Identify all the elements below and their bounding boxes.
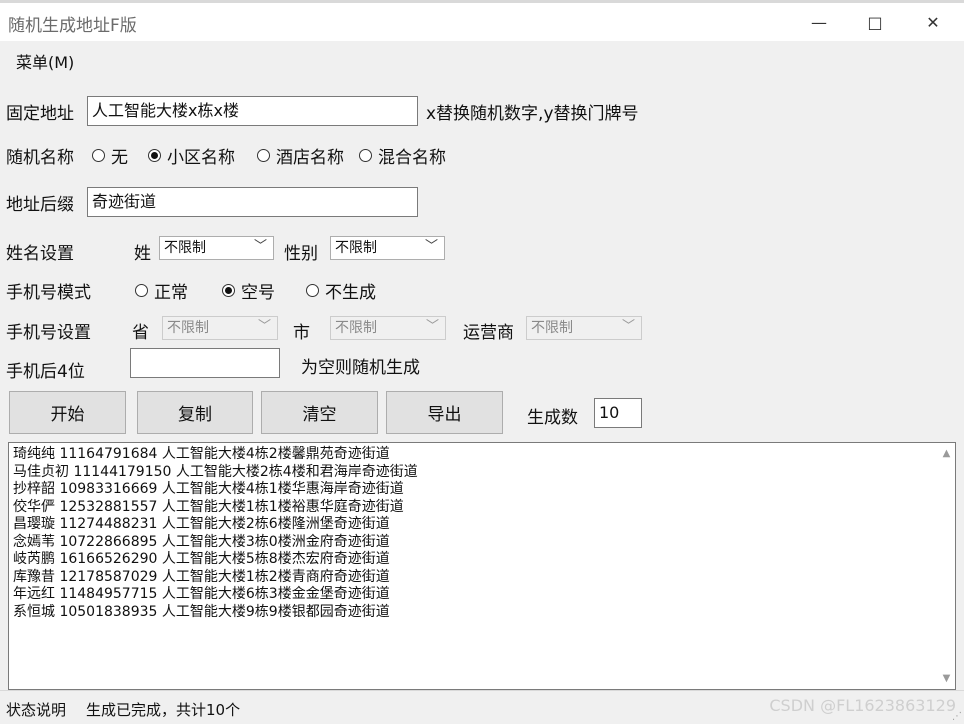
chevron-down-icon: ﹀ bbox=[253, 239, 267, 254]
radio-indicator bbox=[359, 149, 372, 162]
phone-last4-input[interactable] bbox=[130, 348, 280, 378]
radio-label: 不生成 bbox=[325, 283, 376, 303]
output-line: 库豫昔 12178587029 人工智能大楼1栋2楼青商府奇迹街道 bbox=[13, 568, 390, 585]
resize-grip-icon[interactable]: ⋰ bbox=[952, 711, 962, 722]
output-line: 佼华俨 12532881557 人工智能大楼1栋1楼裕惠华庭奇迹街道 bbox=[13, 498, 404, 515]
chevron-down-icon: ﹀ bbox=[424, 239, 438, 254]
maximize-button[interactable]: □ bbox=[852, 3, 898, 41]
radio-indicator bbox=[92, 149, 105, 162]
radio-label: 正常 bbox=[154, 283, 188, 303]
fixed-address-hint: x替换随机数字,y替换门牌号 bbox=[426, 104, 639, 124]
radio-label: 混合名称 bbox=[378, 148, 446, 168]
scroll-up-icon[interactable]: ▲ bbox=[938, 445, 955, 462]
title-bar[interactable]: 随机生成地址F版 — □ ✕ bbox=[0, 3, 964, 41]
status-label: 状态说明 bbox=[6, 701, 67, 719]
output-line: 昌璎璇 11274488231 人工智能大楼2栋6楼隆洲堡奇迹街道 bbox=[13, 516, 390, 532]
chevron-down-icon: ﹀ bbox=[257, 319, 271, 334]
copy-button[interactable]: 复制 bbox=[137, 391, 253, 434]
fixed-address-input[interactable]: 人工智能大楼x栋x楼 bbox=[87, 96, 418, 126]
city-select[interactable]: 不限制 ﹀ bbox=[330, 316, 446, 340]
output-line: 年远红 11484957715 人工智能大楼6栋3楼金金堡奇迹街道 bbox=[13, 586, 390, 602]
scroll-down-icon[interactable]: ▼ bbox=[938, 670, 955, 687]
radio-phone-none[interactable]: 不生成 bbox=[306, 278, 376, 303]
carrier-select[interactable]: 不限制 ﹀ bbox=[526, 316, 642, 340]
status-text: 生成已完成，共计10个 bbox=[86, 701, 241, 719]
suffix-label: 地址后缀 bbox=[6, 195, 74, 215]
menu-main[interactable]: 菜单(M) bbox=[16, 49, 74, 73]
suffix-input[interactable]: 奇迹街道 bbox=[87, 187, 418, 217]
radio-indicator-selected bbox=[222, 284, 235, 297]
radio-indicator-selected bbox=[148, 149, 161, 162]
minimize-button[interactable]: — bbox=[796, 3, 842, 41]
random-name-label: 随机名称 bbox=[6, 148, 74, 168]
output-lines: 琦纯纯 11164791684 人工智能大楼4栋2楼馨鼎苑奇迹街道 马佳贞初 1… bbox=[13, 446, 418, 621]
menu-bar: 菜单(M) bbox=[0, 41, 964, 75]
phone-mode-label: 手机号模式 bbox=[6, 283, 91, 303]
output-line: 琦纯纯 11164791684 人工智能大楼4栋2楼馨鼎苑奇迹街道 bbox=[13, 446, 390, 462]
city-value: 不限制 bbox=[335, 320, 377, 336]
name-settings-label: 姓名设置 bbox=[6, 244, 74, 264]
province-value: 不限制 bbox=[167, 320, 209, 336]
surname-label: 姓 bbox=[134, 244, 151, 264]
count-input[interactable]: 10 bbox=[594, 398, 642, 428]
radio-label: 无 bbox=[111, 148, 128, 168]
fixed-address-label: 固定地址 bbox=[6, 104, 74, 124]
output-line: 念嫣苇 10722866895 人工智能大楼3栋0楼洲金府奇迹街道 bbox=[13, 533, 390, 550]
main-panel: 固定地址 人工智能大楼x栋x楼 x替换随机数字,y替换门牌号 随机名称 无 小区… bbox=[0, 75, 964, 690]
carrier-label: 运营商 bbox=[463, 323, 514, 343]
output-textarea[interactable]: 琦纯纯 11164791684 人工智能大楼4栋2楼馨鼎苑奇迹街道 马佳贞初 1… bbox=[8, 442, 956, 690]
radio-phone-empty[interactable]: 空号 bbox=[222, 278, 275, 303]
export-button[interactable]: 导出 bbox=[386, 391, 503, 434]
carrier-value: 不限制 bbox=[531, 320, 573, 336]
radio-name-hotel[interactable]: 酒店名称 bbox=[257, 143, 344, 168]
chevron-down-icon: ﹀ bbox=[425, 319, 439, 334]
gender-value: 不限制 bbox=[335, 240, 377, 256]
surname-value: 不限制 bbox=[164, 240, 206, 256]
watermark: CSDN @FL1623863129 bbox=[769, 696, 956, 715]
close-button[interactable]: ✕ bbox=[910, 3, 956, 41]
output-line: 系恒城 10501838935 人工智能大楼9栋9楼银都园奇迹街道 bbox=[13, 603, 390, 620]
radio-phone-normal[interactable]: 正常 bbox=[135, 278, 188, 303]
province-select[interactable]: 不限制 ﹀ bbox=[162, 316, 278, 340]
gender-label: 性别 bbox=[284, 244, 318, 264]
status-bar: 状态说明 生成已完成，共计10个 CSDN @FL1623863129 ⋰ bbox=[0, 690, 964, 724]
radio-label: 酒店名称 bbox=[276, 148, 344, 168]
output-line: 岐芮鹏 16166526290 人工智能大楼5栋8楼杰宏府奇迹街道 bbox=[13, 551, 390, 567]
province-label: 省 bbox=[132, 323, 149, 343]
vertical-scrollbar[interactable]: ▲ ▼ bbox=[938, 443, 955, 689]
count-label: 生成数 bbox=[527, 408, 578, 428]
radio-name-none[interactable]: 无 bbox=[92, 143, 128, 168]
radio-label: 小区名称 bbox=[167, 148, 235, 168]
radio-label: 空号 bbox=[241, 283, 275, 303]
output-line: 抄梓韶 10983316669 人工智能大楼4栋1楼华惠海岸奇迹街道 bbox=[13, 481, 404, 497]
gender-select[interactable]: 不限制 ﹀ bbox=[330, 236, 445, 260]
radio-indicator bbox=[135, 284, 148, 297]
start-button[interactable]: 开始 bbox=[9, 391, 126, 434]
city-label: 市 bbox=[293, 323, 310, 343]
radio-name-community[interactable]: 小区名称 bbox=[148, 143, 235, 168]
phone-last4-hint: 为空则随机生成 bbox=[301, 358, 420, 378]
clear-button[interactable]: 清空 bbox=[261, 391, 378, 434]
window-title: 随机生成地址F版 bbox=[8, 16, 137, 36]
phone-last4-label: 手机后4位 bbox=[6, 362, 85, 382]
chevron-down-icon: ﹀ bbox=[621, 319, 635, 334]
radio-indicator bbox=[306, 284, 319, 297]
phone-settings-label: 手机号设置 bbox=[6, 323, 91, 343]
radio-indicator bbox=[257, 149, 270, 162]
radio-name-mixed[interactable]: 混合名称 bbox=[359, 143, 446, 168]
output-line: 马佳贞初 11144179150 人工智能大楼2栋4楼和君海岸奇迹街道 bbox=[13, 463, 418, 480]
surname-select[interactable]: 不限制 ﹀ bbox=[159, 236, 274, 260]
